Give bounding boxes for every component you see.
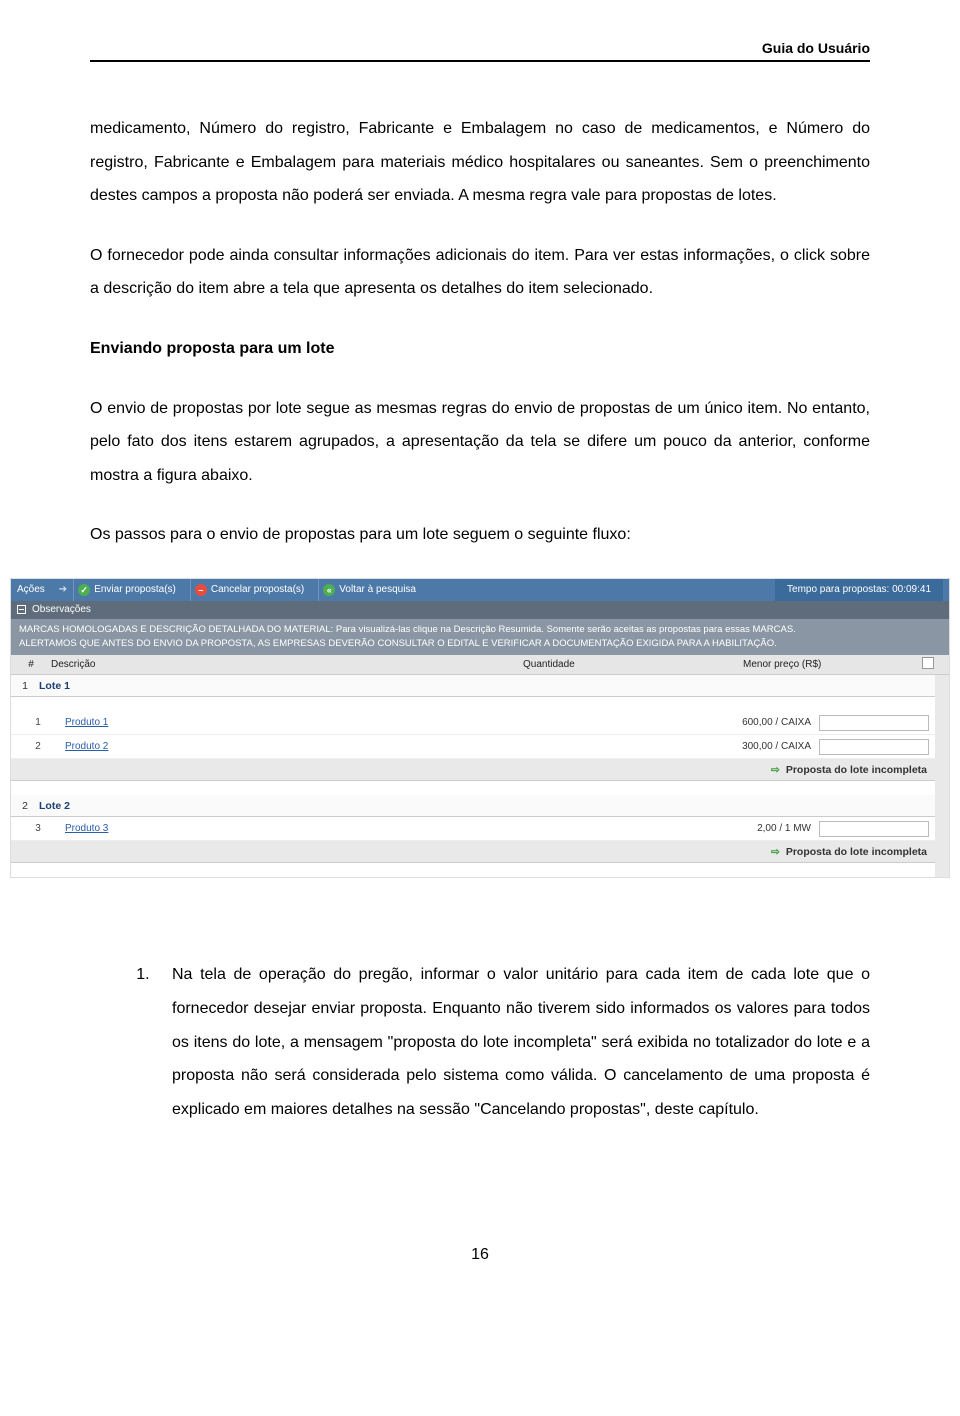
paragraph: O fornecedor pode ainda consultar inform… — [90, 239, 870, 306]
button-label: Cancelar proposta(s) — [211, 584, 304, 595]
button-label: Voltar à pesquisa — [339, 584, 416, 595]
col-header-check — [913, 657, 943, 672]
page-number: 16 — [90, 1246, 870, 1264]
toolbar: Ações ➔ ✓ Enviar proposta(s) – Cancelar … — [11, 579, 949, 601]
product-qty: 300,00 / CAIXA — [661, 741, 819, 752]
minus-icon: – — [195, 584, 207, 596]
arrow-icon: ⇨ — [771, 764, 780, 776]
product-number: 3 — [17, 823, 59, 834]
tempo-propostas-label: Tempo para propostas: 00:09:41 — [775, 579, 943, 601]
price-input[interactable] — [819, 821, 929, 837]
lote-number: 2 — [17, 800, 33, 812]
app-screenshot: Ações ➔ ✓ Enviar proposta(s) – Cancelar … — [10, 578, 950, 879]
price-input[interactable] — [819, 739, 929, 755]
observacoes-toggle[interactable]: Observações — [11, 601, 949, 619]
product-link[interactable]: Produto 1 — [59, 717, 661, 728]
voltar-pesquisa-button[interactable]: « Voltar à pesquisa — [318, 579, 424, 601]
enviar-proposta-button[interactable]: ✓ Enviar proposta(s) — [73, 579, 184, 601]
lote-name: Lote 2 — [33, 800, 70, 812]
button-label: Enviar proposta(s) — [94, 584, 176, 595]
product-link[interactable]: Produto 2 — [59, 741, 661, 752]
lote-row[interactable]: 1 Lote 1 — [11, 675, 935, 697]
table-row: 1 Produto 1 600,00 / CAIXA — [11, 711, 935, 735]
product-qty: 2,00 / 1 MW — [661, 823, 819, 834]
table-header: # Descrição Quantidade Menor preço (R$) — [11, 655, 949, 675]
lote-total-row: ⇨ Proposta do lote incompleta — [11, 841, 935, 863]
col-header-desc: Descrição — [45, 659, 523, 670]
toolbar-acoes-label: Ações — [17, 584, 45, 595]
lote-name: Lote 1 — [33, 680, 70, 692]
status-badge: Proposta do lote incompleta — [786, 846, 927, 858]
list-item: Na tela de operação do pregão, informar … — [154, 958, 870, 1126]
price-input[interactable] — [819, 715, 929, 731]
status-badge: Proposta do lote incompleta — [786, 764, 927, 776]
col-header-num: # — [17, 659, 45, 670]
checkbox[interactable] — [922, 657, 934, 669]
product-qty: 600,00 / CAIXA — [661, 717, 819, 728]
notice-banner: MARCAS HOMOLOGADAS E DESCRIÇÃO DETALHADA… — [11, 619, 949, 656]
lote-total-row: ⇨ Proposta do lote incompleta — [11, 759, 935, 781]
col-header-preco: Menor preço (R$) — [743, 659, 913, 670]
col-header-qtd: Quantidade — [523, 659, 743, 670]
table-row: 3 Produto 3 2,00 / 1 MW — [11, 817, 935, 841]
back-icon: « — [323, 584, 335, 596]
cancelar-proposta-button[interactable]: – Cancelar proposta(s) — [190, 579, 312, 601]
product-number: 2 — [17, 741, 59, 752]
section-heading: Enviando proposta para um lote — [90, 332, 870, 366]
lote-number: 1 — [17, 680, 33, 692]
product-number: 1 — [17, 717, 59, 728]
steps-list: Na tela de operação do pregão, informar … — [90, 958, 870, 1126]
paragraph: Os passos para o envio de propostas para… — [90, 518, 870, 552]
notice-line: MARCAS HOMOLOGADAS E DESCRIÇÃO DETALHADA… — [19, 623, 941, 637]
page-header: Guia do Usuário — [90, 40, 870, 62]
paragraph: O envio de propostas por lote segue as m… — [90, 392, 870, 493]
paragraph: medicamento, Número do registro, Fabrica… — [90, 112, 870, 213]
observacoes-label: Observações — [32, 604, 91, 615]
product-link[interactable]: Produto 3 — [59, 823, 661, 834]
arrow-icon: ➔ — [59, 584, 67, 595]
table-row: 2 Produto 2 300,00 / CAIXA — [11, 735, 935, 759]
plus-icon: ✓ — [78, 584, 90, 596]
notice-line: ALERTAMOS QUE ANTES DO ENVIO DA PROPOSTA… — [19, 637, 941, 651]
collapse-icon — [17, 605, 26, 614]
arrow-icon: ⇨ — [771, 846, 780, 858]
header-title: Guia do Usuário — [762, 40, 870, 56]
lote-row[interactable]: 2 Lote 2 — [11, 795, 935, 817]
